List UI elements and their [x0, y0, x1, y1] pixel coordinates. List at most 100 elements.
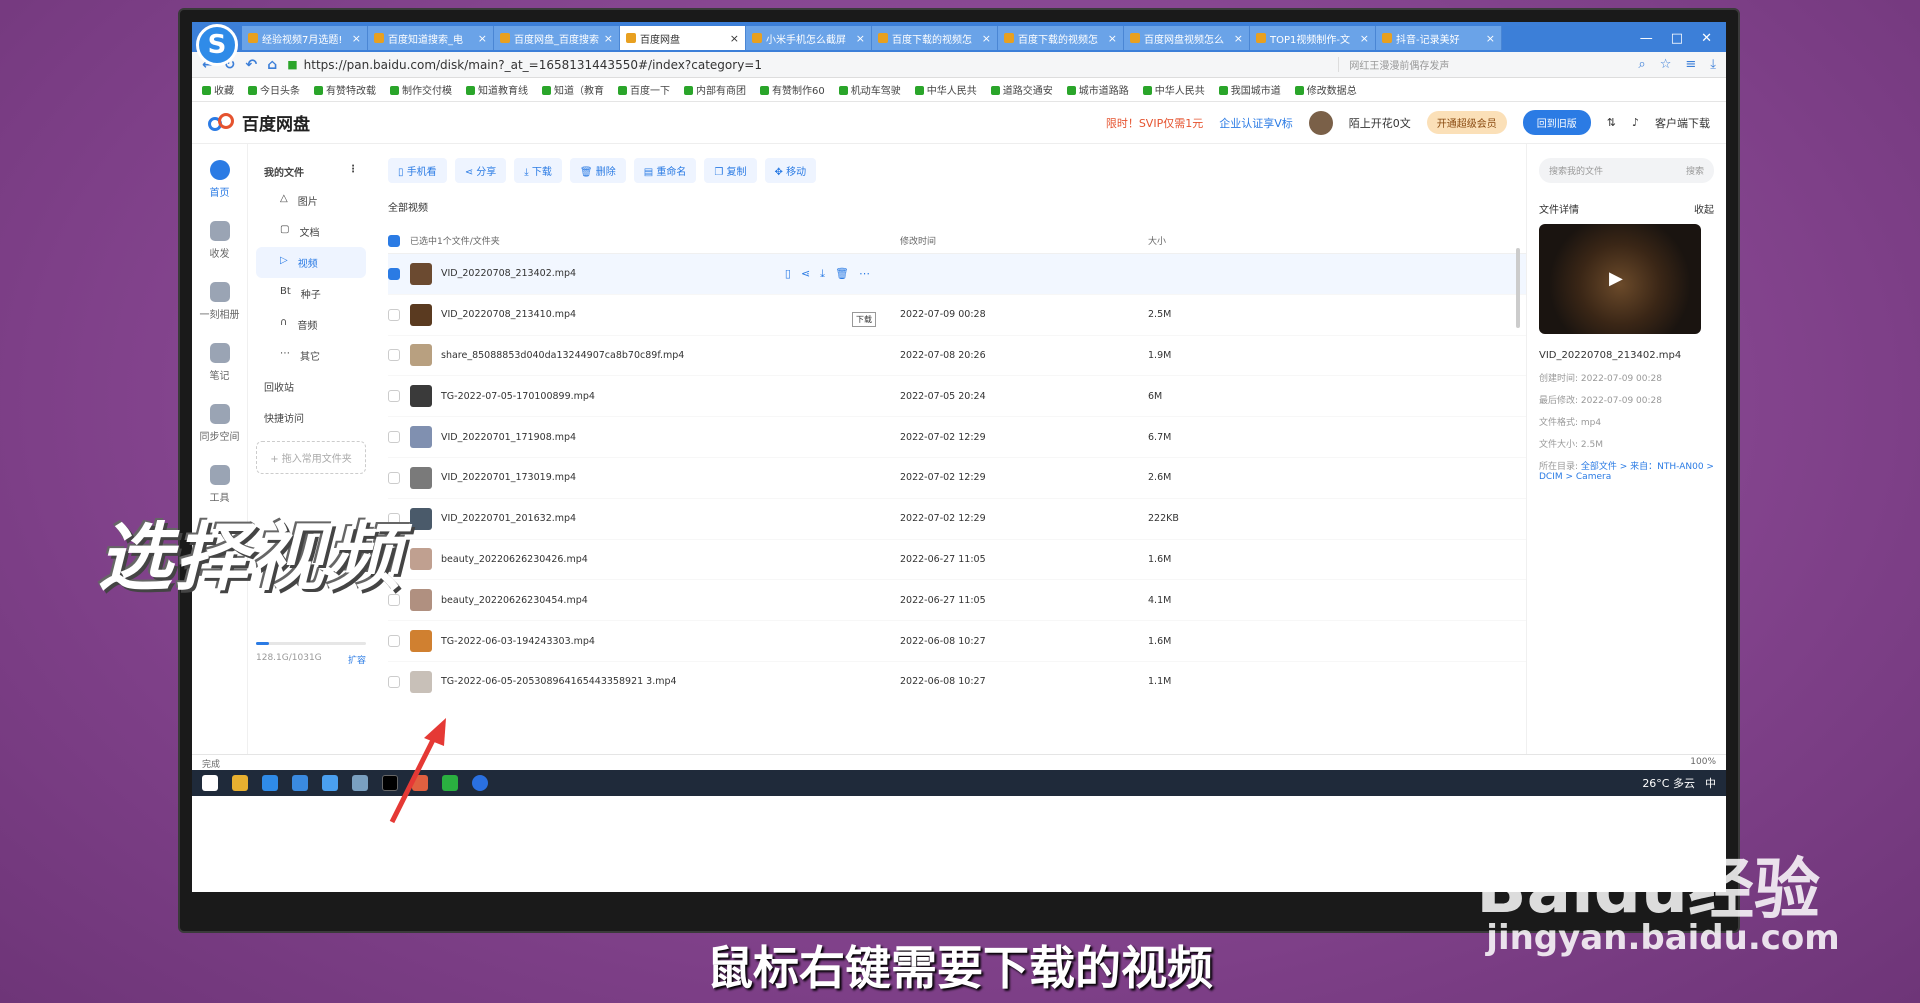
- file-name[interactable]: beauty_20220626230426.mp4: [441, 554, 588, 565]
- minimize-icon[interactable]: —: [1640, 31, 1653, 46]
- leftnav-item[interactable]: 一刻相册: [200, 282, 240, 321]
- browser-tab[interactable]: 百度网盘 ×: [620, 26, 746, 50]
- bookmark-item[interactable]: 收藏: [202, 82, 234, 97]
- tab-close-icon[interactable]: ×: [1234, 32, 1243, 45]
- bell-icon[interactable]: ♪: [1632, 116, 1639, 129]
- weather[interactable]: 26°C 多云: [1642, 775, 1695, 791]
- table-row[interactable]: VID_20220701_201632.mp4 2022-07-02 12:29 2…: [388, 499, 1526, 540]
- row-checkbox[interactable]: [388, 390, 400, 403]
- video-thumbnail[interactable]: [410, 426, 432, 449]
- sidebar-item[interactable]: ▷ 视频: [256, 247, 366, 278]
- browser-tab[interactable]: 百度下载的视频怎 ×: [998, 26, 1124, 50]
- row-checkbox[interactable]: [388, 267, 400, 280]
- table-row[interactable]: TG-2022-06-05-205308964165443358921 3.mp…: [388, 662, 1526, 694]
- table-row[interactable]: share_85088853d040da13244907ca8b70c89f.m…: [388, 336, 1526, 377]
- toolbar-button[interactable]: ⋖ 分享: [454, 158, 507, 183]
- sidebar-item[interactable]: Bt 种子: [256, 278, 366, 309]
- row-checkbox[interactable]: [388, 308, 400, 321]
- file-name[interactable]: VID_20220708_213402.mp4: [441, 268, 576, 279]
- browser-tab[interactable]: TOP1视频制作-文 ×: [1250, 26, 1376, 50]
- tab-close-icon[interactable]: ×: [856, 32, 865, 45]
- my-files-header[interactable]: 我的文件 ⋮: [256, 158, 366, 185]
- table-row[interactable]: VID_20220701_173019.mp4 2022-07-02 12:29 2…: [388, 458, 1526, 499]
- download-icon[interactable]: ⤓: [1710, 57, 1716, 72]
- table-row[interactable]: VID_20220708_213402.mp4 ▯ ⋖ ⤓ 🗑 ⋯: [388, 254, 1526, 295]
- sidebar-item-quick[interactable]: 快捷访问: [256, 402, 366, 433]
- old-version-button[interactable]: 回到旧版: [1522, 110, 1591, 135]
- browser-tab[interactable]: 百度网盘_百度搜索 ×: [494, 26, 620, 50]
- url-field[interactable]: ■ https://pan.baidu.com/disk/main?_at_=1…: [287, 58, 1328, 72]
- ime-indicator[interactable]: 中: [1705, 775, 1716, 791]
- app-icon[interactable]: [352, 775, 368, 791]
- tab-close-icon[interactable]: ×: [730, 32, 739, 45]
- file-name[interactable]: VID_20220701_173019.mp4: [441, 472, 576, 483]
- leftnav-item[interactable]: 同步空间: [200, 404, 240, 443]
- expand-link[interactable]: 扩容: [348, 653, 366, 666]
- video-thumbnail[interactable]: [410, 507, 432, 530]
- video-thumbnail[interactable]: [410, 670, 432, 693]
- more-icon[interactable]: ⋮: [348, 164, 358, 179]
- promo-link[interactable]: 限时！SVIP仅需1元: [1106, 115, 1203, 131]
- collapse-button[interactable]: 收起: [1694, 201, 1714, 216]
- search-icon[interactable]: ⌕: [1638, 57, 1645, 72]
- toolbar-button[interactable]: ⤓ 下载: [514, 158, 562, 183]
- close-icon[interactable]: ✕: [1701, 31, 1712, 46]
- video-preview[interactable]: ▶: [1539, 224, 1701, 334]
- video-thumbnail[interactable]: [410, 466, 432, 489]
- video-thumbnail[interactable]: [410, 344, 432, 367]
- file-name[interactable]: VID_20220701_201632.mp4: [441, 513, 576, 524]
- row-action-icon[interactable]: ⋖: [801, 267, 810, 281]
- client-download-link[interactable]: 客户端下载: [1655, 115, 1710, 131]
- row-action-icon[interactable]: 🗑: [835, 267, 849, 281]
- toolbar-button[interactable]: ❐ 复制: [704, 158, 757, 183]
- browser-search-field[interactable]: 网红王漫漫前偶存发声: [1338, 57, 1628, 72]
- tab-close-icon[interactable]: ×: [478, 32, 487, 45]
- vip-button[interactable]: 开通超级会员: [1426, 111, 1507, 134]
- bookmark-item[interactable]: 知道教育线: [466, 82, 528, 97]
- bookmark-item[interactable]: 内部有商团: [684, 82, 746, 97]
- video-thumbnail[interactable]: [410, 589, 432, 612]
- row-checkbox[interactable]: [388, 349, 400, 362]
- file-name[interactable]: TG-2022-07-05-170100899.mp4: [441, 391, 595, 402]
- header-time[interactable]: 修改时间: [900, 234, 1148, 247]
- row-action-icon[interactable]: ⤓: [820, 267, 825, 281]
- leftnav-item[interactable]: 首页: [209, 160, 230, 199]
- maximize-icon[interactable]: □: [1671, 31, 1683, 46]
- file-name[interactable]: VID_20220701_171908.mp4: [441, 432, 576, 443]
- transfer-icon[interactable]: ⇅: [1607, 116, 1616, 129]
- table-row[interactable]: beauty_20220626230426.mp4 2022-06-27 11:0…: [388, 540, 1526, 581]
- add-folder-dropzone[interactable]: + 拖入常用文件夹: [256, 441, 366, 474]
- bookmark-item[interactable]: 道路交通安: [990, 82, 1053, 97]
- k-app-icon[interactable]: [472, 775, 488, 791]
- table-row[interactable]: TG-2022-06-03-194243303.mp4 2022-06-08 10…: [388, 621, 1526, 662]
- sidebar-item[interactable]: △ 图片: [256, 185, 366, 216]
- toolbar-button[interactable]: ✥ 移动: [764, 158, 817, 183]
- browser-tab[interactable]: 经验视频7月选题! ×: [242, 26, 368, 50]
- search-app-icon[interactable]: [262, 775, 278, 791]
- bookmark-item[interactable]: 百度一下: [618, 82, 670, 97]
- file-name[interactable]: TG-2022-06-03-194243303.mp4: [441, 636, 595, 647]
- bookmark-item[interactable]: 中华人民共: [914, 82, 977, 97]
- video-thumbnail[interactable]: [410, 262, 432, 285]
- header-size[interactable]: 大小: [1148, 234, 1228, 247]
- video-thumbnail[interactable]: [410, 630, 432, 653]
- row-checkbox[interactable]: [388, 675, 400, 688]
- toolbar-button[interactable]: ▯ 手机看: [388, 158, 447, 183]
- video-thumbnail[interactable]: [410, 385, 432, 408]
- bookmark-item[interactable]: 有赞特改载: [314, 82, 376, 97]
- bookmark-item[interactable]: 制作交付模: [390, 82, 452, 97]
- tab-close-icon[interactable]: ×: [1360, 32, 1369, 45]
- row-action-icon[interactable]: ⋯: [859, 267, 870, 281]
- tab-close-icon[interactable]: ×: [604, 32, 613, 45]
- browser-tab[interactable]: 小米手机怎么截屏 ×: [746, 26, 872, 50]
- row-checkbox[interactable]: [388, 431, 400, 444]
- bookmark-item[interactable]: 我国城市道: [1218, 82, 1281, 97]
- video-thumbnail[interactable]: [410, 303, 432, 326]
- bookmark-item[interactable]: 知道（教育: [542, 82, 604, 97]
- table-row[interactable]: VID_20220708_213410.mp4 2022-07-09 00:28 2…: [388, 295, 1526, 336]
- app-logo[interactable]: 百度网盘: [208, 110, 310, 135]
- browser-tab[interactable]: 抖音-记录美好 ×: [1376, 26, 1502, 50]
- row-action-icon[interactable]: ▯: [785, 267, 791, 281]
- scrollbar[interactable]: [1516, 248, 1520, 328]
- edge-icon[interactable]: [292, 775, 308, 791]
